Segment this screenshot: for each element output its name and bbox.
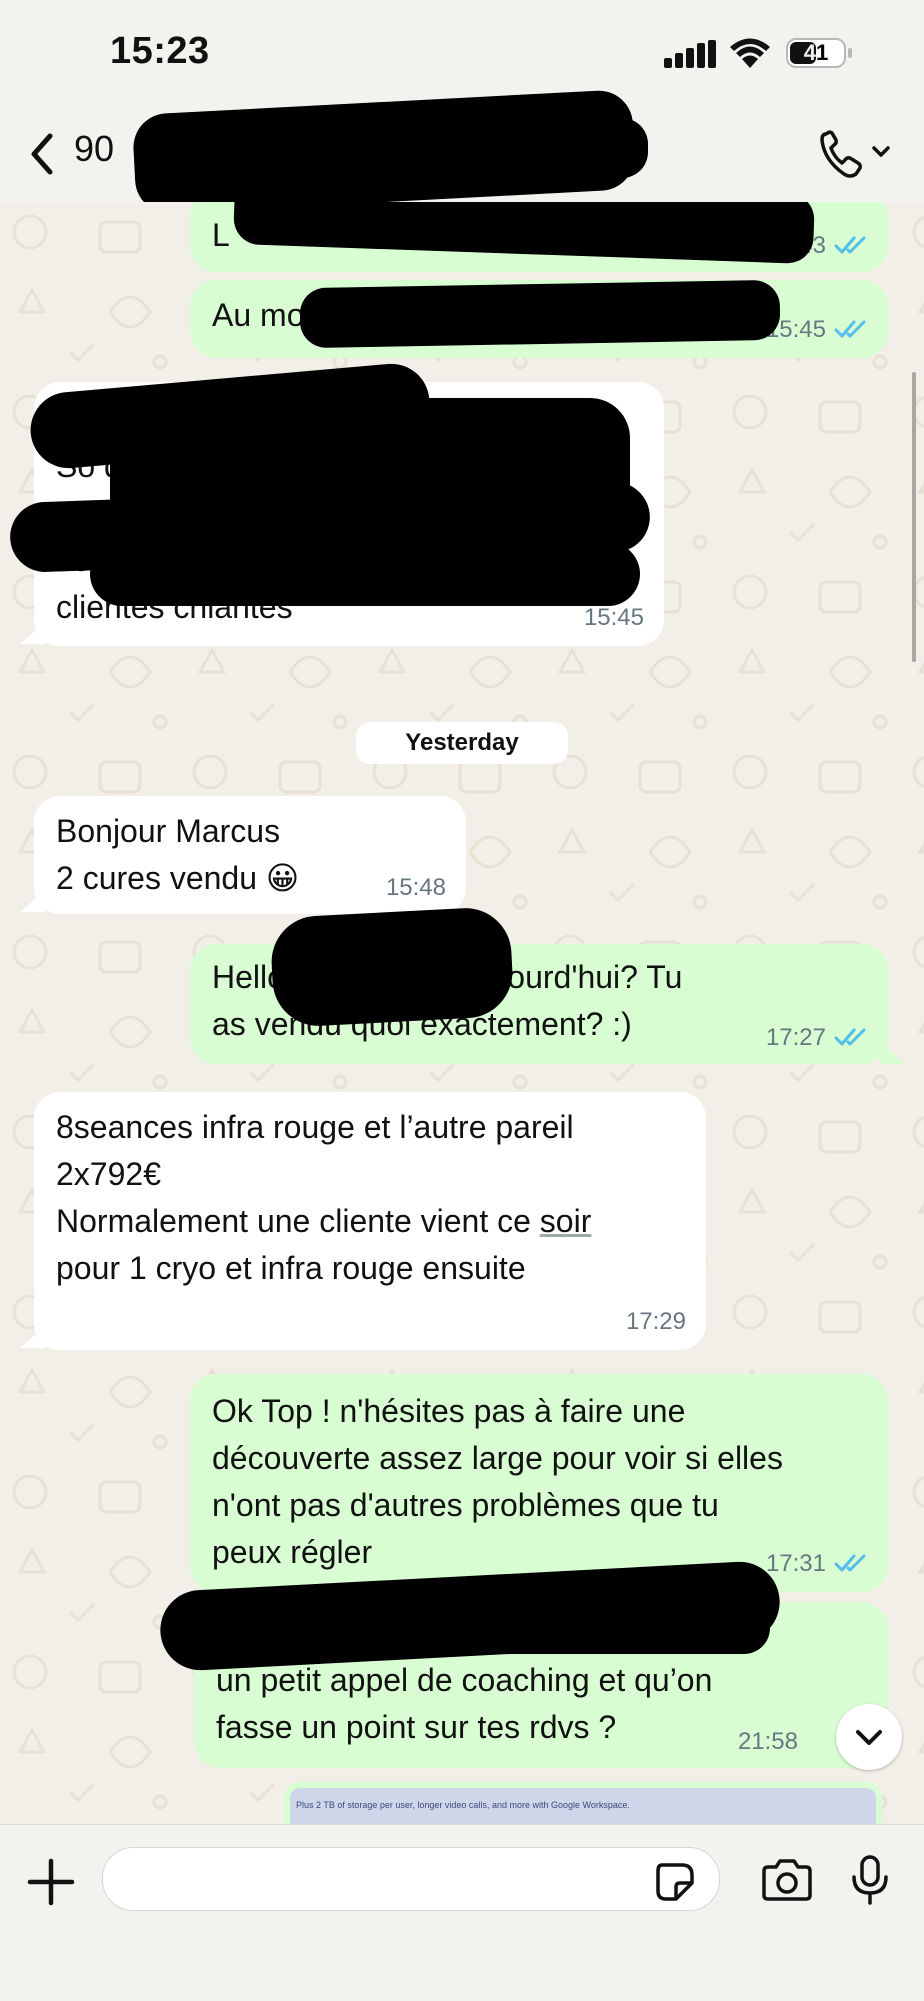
message-input[interactable] — [102, 1847, 720, 1911]
chat-area[interactable]: L 15:43 Au moin is bon 15:45 So de s — [0, 202, 924, 1824]
status-time: 15:23 — [110, 30, 210, 72]
call-button[interactable] — [814, 124, 894, 189]
unread-count[interactable]: 90 — [74, 128, 114, 170]
date-separator: Yesterday — [356, 722, 568, 764]
redaction-mark — [228, 118, 648, 178]
plus-icon[interactable] — [24, 1855, 78, 1909]
message-text: Bonjour Marcus 2 cures vendu 😀 — [56, 813, 300, 896]
message-time: 15:45 — [583, 604, 644, 631]
message-time: 17:29 — [625, 1308, 686, 1335]
contact-name[interactable]: dra — [128, 88, 648, 216]
message-time: 17:27 — [765, 1024, 826, 1051]
image-caption: Plus 2 TB of storage per user, longer vi… — [296, 1800, 630, 1810]
message-time: 17:31 — [765, 1550, 826, 1577]
microphone-icon[interactable] — [850, 1853, 890, 1907]
read-receipt-icon — [834, 1554, 866, 1572]
message-bubble-outgoing[interactable]: L 15:43 — [190, 202, 888, 272]
scroll-to-bottom-button[interactable] — [836, 1704, 902, 1770]
message-time: 15:48 — [385, 874, 446, 901]
battery-icon: 41 — [786, 38, 852, 68]
cellular-signal-icon — [664, 40, 716, 68]
image-thumbnail: Plus 2 TB of storage per user, longer vi… — [290, 1788, 876, 1824]
read-receipt-icon — [834, 1028, 866, 1046]
chevron-down-icon — [856, 1730, 882, 1745]
message-text-part: pour 1 cryo et infra rouge ensuite — [56, 1250, 526, 1286]
redaction-mark — [90, 542, 640, 606]
message-bubble-outgoing[interactable]: Ok Top ! n'hésites pas à faire une décou… — [190, 1374, 888, 1592]
message-input-bar — [0, 1824, 924, 2001]
status-bar: 15:23 41 — [0, 0, 924, 110]
wifi-icon — [730, 38, 770, 68]
message-text: 8seances infra rouge et l’autre pareil 2… — [56, 1104, 591, 1292]
battery-level: 41 — [803, 40, 829, 65]
back-chevron-icon[interactable] — [22, 126, 62, 182]
camera-icon[interactable] — [760, 1857, 814, 1903]
chat-header: 90 dra — [0, 88, 924, 216]
redaction-mark — [269, 905, 515, 1029]
read-receipt-icon — [834, 236, 866, 254]
message-bubble-incoming[interactable]: 8seances infra rouge et l’autre pareil 2… — [34, 1092, 706, 1350]
redaction-mark — [170, 1602, 770, 1654]
redaction-mark — [232, 202, 816, 265]
message-text: Ok Top ! n'hésites pas à faire une décou… — [212, 1393, 783, 1570]
message-bubble-incoming[interactable]: Bonjour Marcus 2 cures vendu 😀 15:48 — [34, 796, 466, 914]
sticker-icon[interactable] — [654, 1861, 696, 1903]
phone-icon — [820, 130, 890, 178]
message-text-part: 8seances infra rouge et l’autre pareil 2… — [56, 1109, 574, 1239]
message-link[interactable]: soir — [540, 1203, 592, 1239]
message-bubble-outgoing[interactable]: Au moin is bon 15:45 — [190, 279, 888, 358]
redaction-mark — [299, 279, 781, 349]
scrollbar[interactable] — [912, 372, 916, 662]
image-message-preview[interactable]: Plus 2 TB of storage per user, longer vi… — [284, 1782, 882, 1824]
read-receipt-icon — [834, 320, 866, 338]
message-text: L — [212, 217, 230, 253]
message-time: 21:58 — [737, 1728, 798, 1755]
